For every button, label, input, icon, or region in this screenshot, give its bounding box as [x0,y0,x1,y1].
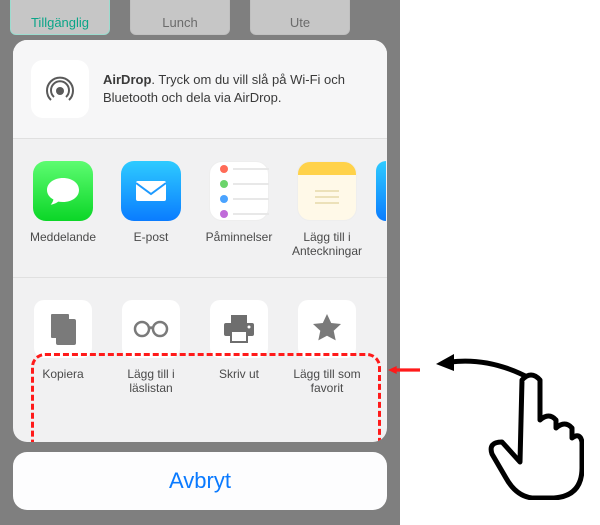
action-copy[interactable]: Kopiera [19,300,107,396]
messages-app-icon [33,161,93,221]
next-app-peek-icon [376,161,386,221]
action-item-label: Kopiera [19,367,107,381]
airdrop-text: AirDrop. Tryck om du vill slå på Wi-Fi o… [103,71,363,106]
share-item-label: Meddelande [19,230,107,244]
share-more-peek[interactable] [371,161,387,259]
airdrop-tile [31,60,89,118]
bg-status-ute: ☀ Ute [250,0,350,35]
action-item-label: Lägg till i läslistan [107,367,195,396]
share-notes[interactable]: Lägg till i Anteckningar [283,161,371,259]
share-apps-row[interactable]: Meddelande E-post Påminnelser [13,139,387,278]
reminders-app-icon [209,161,269,221]
action-favorite[interactable]: Lägg till som favorit [283,300,371,396]
share-item-label: Lägg till i Anteckningar [283,230,371,259]
airdrop-title: AirDrop [103,72,151,87]
cancel-label: Avbryt [169,468,231,494]
action-print[interactable]: Skriv ut [195,300,283,396]
airdrop-icon [40,69,80,109]
action-readinglist[interactable]: Lägg till i läslistan [107,300,195,396]
glasses-icon [122,300,180,358]
share-messages[interactable]: Meddelande [19,161,107,259]
action-item-label: Lägg till som favorit [283,367,371,396]
share-mail[interactable]: E-post [107,161,195,259]
annotation-swipe-arrow-icon [436,353,536,383]
share-item-label: E-post [107,230,195,244]
share-sheet: AirDrop. Tryck om du vill slå på Wi-Fi o… [13,40,387,442]
mail-app-icon [121,161,181,221]
copy-icon [34,300,92,358]
bg-status-tillganglig: Tillgänglig [10,0,110,35]
bg-status-lunch: 🍴 Lunch [130,0,230,35]
annotation-hand-icon [486,370,584,500]
printer-icon [210,300,268,358]
action-item-label: Skriv ut [195,367,283,381]
bg-status-label: Tillgänglig [31,15,89,30]
airdrop-row[interactable]: AirDrop. Tryck om du vill slå på Wi-Fi o… [13,40,387,139]
star-icon [298,300,356,358]
share-item-label: Påminnelser [195,230,283,244]
bg-status-label: Ute [290,15,310,30]
bg-status-label: Lunch [162,15,197,30]
share-reminders[interactable]: Påminnelser [195,161,283,259]
action-row[interactable]: Kopiera Lägg till i läslistan Skriv ut L… [13,278,387,414]
notes-app-icon [297,161,357,221]
cancel-button[interactable]: Avbryt [13,452,387,510]
